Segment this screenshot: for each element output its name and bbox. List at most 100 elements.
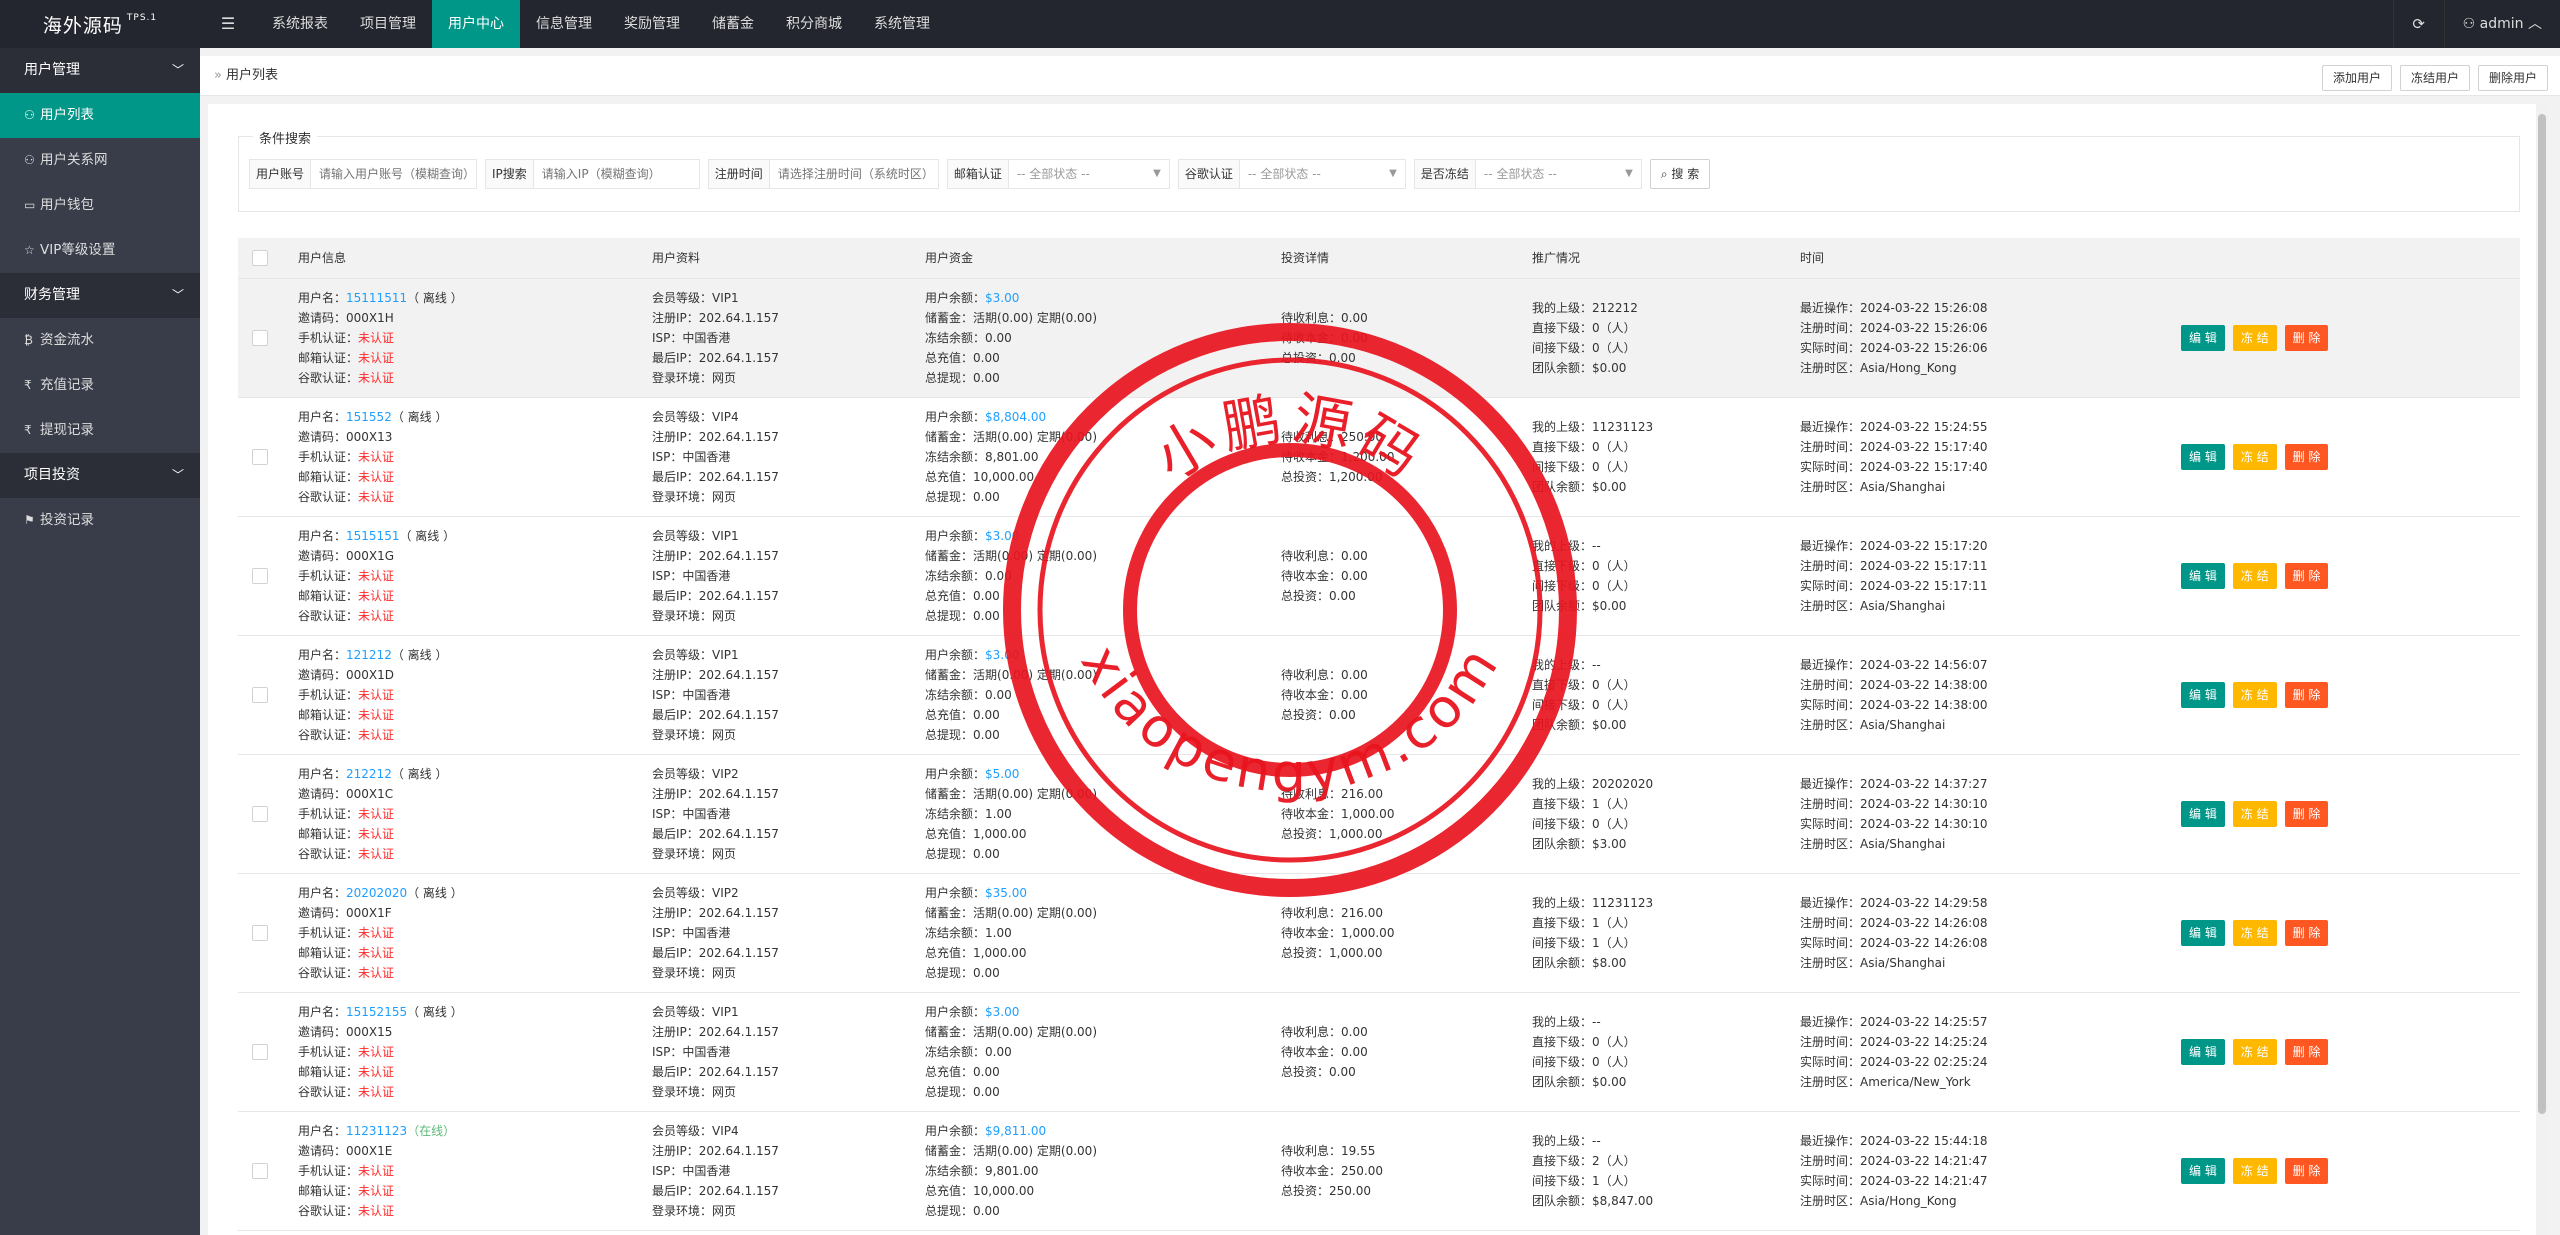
delete-button[interactable]: 删 除: [2284, 443, 2329, 470]
delete-button[interactable]: 删 除: [2284, 800, 2329, 827]
username-link[interactable]: 151552: [346, 410, 392, 424]
account-search-input[interactable]: [311, 160, 477, 188]
edit-button[interactable]: 编 辑: [2181, 681, 2225, 708]
vip-level: VIP1: [712, 647, 739, 662]
username-link[interactable]: 121212: [346, 648, 392, 662]
topnav-item-system[interactable]: 系统管理: [858, 0, 946, 48]
delete-button[interactable]: 删 除: [2284, 1157, 2329, 1184]
label: 总充值：: [925, 826, 974, 841]
username-link[interactable]: 212212: [346, 767, 392, 781]
sidebar-item-recharge-records[interactable]: ₹ 充值记录: [0, 363, 200, 408]
topnav-item-reports[interactable]: 系统报表: [256, 0, 344, 48]
edit-button[interactable]: 编 辑: [2181, 562, 2225, 589]
username-link[interactable]: 20202020: [346, 886, 407, 900]
freeze-button[interactable]: 冻 结: [2232, 1038, 2277, 1065]
label: 实际时间：: [1800, 697, 1861, 712]
google-auth-select[interactable]: -- 全部状态 -- ▼: [1240, 160, 1405, 188]
freeze-button[interactable]: 冻 结: [2232, 443, 2277, 470]
freeze-button[interactable]: 冻 结: [2232, 324, 2277, 351]
delete-user-button[interactable]: 删除用户: [2477, 65, 2548, 91]
row-checkbox[interactable]: [252, 1162, 268, 1179]
savings: 活期(0.00) 定期(0.00): [973, 310, 1097, 325]
column-header: 时间: [1786, 238, 2167, 279]
search-button[interactable]: ⌕ 搜 索: [1649, 159, 1711, 189]
ip-search-input[interactable]: [533, 160, 699, 188]
topnav-item-info[interactable]: 信息管理: [520, 0, 608, 48]
email-auth-status: 未认证: [358, 1183, 395, 1198]
row-checkbox[interactable]: [252, 805, 268, 822]
freeze-button[interactable]: 冻 结: [2232, 1157, 2277, 1184]
freeze-button[interactable]: 冻 结: [2232, 681, 2277, 708]
row-checkbox[interactable]: [252, 567, 268, 584]
edit-button[interactable]: 编 辑: [2181, 1038, 2225, 1065]
sidebar-item-user-wallet[interactable]: ▭ 用户钱包: [0, 183, 200, 228]
sidebar-group-user-mgmt[interactable]: 用户管理 ﹀: [0, 48, 200, 93]
edit-button[interactable]: 编 辑: [2181, 800, 2225, 827]
freeze-button[interactable]: 冻 结: [2232, 800, 2277, 827]
label: 实际时间：: [1800, 340, 1861, 355]
reg-time-input[interactable]: [769, 160, 938, 188]
add-user-button[interactable]: 添加用户: [2321, 65, 2392, 91]
chevron-down-icon: ﹀: [171, 288, 184, 302]
sidebar-group-finance[interactable]: 财务管理 ﹀: [0, 273, 200, 318]
frozen-balance: 1.00: [985, 806, 1012, 821]
topnav-item-projects[interactable]: 项目管理: [344, 0, 432, 48]
row-checkbox[interactable]: [252, 1043, 268, 1060]
frozen-select[interactable]: -- 全部状态 -- ▼: [1476, 160, 1641, 188]
topnav-item-user-center[interactable]: 用户中心: [432, 0, 520, 48]
topnav-item-rewards[interactable]: 奖励管理: [608, 0, 696, 48]
row-checkbox[interactable]: [252, 924, 268, 941]
sidebar-item-vip-settings[interactable]: ☆ VIP等级设置: [0, 228, 200, 273]
row-checkbox[interactable]: [252, 686, 268, 703]
savings: 活期(0.00) 定期(0.00): [973, 548, 1097, 563]
delete-button[interactable]: 删 除: [2284, 1038, 2329, 1065]
delete-button[interactable]: 删 除: [2284, 681, 2329, 708]
sidebar-item-withdraw-records[interactable]: ₹ 提现记录: [0, 408, 200, 453]
sidebar-item-user-network[interactable]: ⚇ 用户关系网: [0, 138, 200, 183]
freeze-button[interactable]: 冻 结: [2232, 562, 2277, 589]
direct-subordinates: 0（人）: [1592, 558, 1636, 573]
total-recharge: 0.00: [973, 350, 1000, 365]
username-link[interactable]: 11231123: [346, 1124, 407, 1138]
refresh-icon[interactable]: ⟳: [2392, 0, 2445, 48]
delete-button[interactable]: 删 除: [2284, 562, 2329, 589]
investment-cell: 待收利息：0.00 待收本金：0.00 总投资：0.00: [1267, 992, 1518, 1111]
delete-button[interactable]: 删 除: [2284, 324, 2329, 351]
sidebar-group-investment[interactable]: 项目投资 ﹀: [0, 453, 200, 498]
select-all-checkbox[interactable]: [252, 249, 268, 266]
email-auth-select[interactable]: -- 全部状态 -- ▼: [1009, 160, 1169, 188]
menu-toggle-icon[interactable]: ☰: [200, 0, 256, 48]
edit-button[interactable]: 编 辑: [2181, 443, 2225, 470]
sidebar-item-user-list[interactable]: ⚇ 用户列表: [0, 93, 200, 138]
vertical-scrollbar[interactable]: [2536, 104, 2548, 1235]
label: 直接下级：: [1532, 439, 1593, 454]
edit-button[interactable]: 编 辑: [2181, 324, 2225, 351]
scrollbar-thumb[interactable]: [2538, 114, 2546, 1114]
user-profile-cell: 会员等级：VIP4 注册IP：202.64.1.157 ISP：中国香港 最后I…: [638, 1111, 911, 1230]
username-link[interactable]: 15152155: [346, 1005, 407, 1019]
edit-button[interactable]: 编 辑: [2181, 919, 2225, 946]
content-panel: 条件搜索 用户账号 IP搜索 注册时间 邮箱认证 -- 全部状态 -: [208, 104, 2548, 1235]
isp: 中国香港: [682, 449, 731, 464]
edit-button[interactable]: 编 辑: [2181, 1157, 2225, 1184]
freeze-user-button[interactable]: 冻结用户: [2399, 65, 2470, 91]
row-checkbox[interactable]: [252, 329, 268, 346]
reg-time: 2024-03-22 14:21:47: [1860, 1153, 1988, 1168]
username-link[interactable]: 1515151: [346, 529, 399, 543]
sidebar-item-fund-flow[interactable]: ₿ 资金流水: [0, 318, 200, 363]
total-withdraw: 0.00: [973, 1084, 1000, 1099]
username-link[interactable]: 15111511: [346, 291, 407, 305]
sidebar-item-investment-records[interactable]: ⚑ 投资记录: [0, 498, 200, 543]
chevron-down-icon: ▼: [1389, 168, 1397, 179]
delete-button[interactable]: 删 除: [2284, 919, 2329, 946]
topnav-item-savings[interactable]: 储蓄金: [696, 0, 770, 48]
user-menu[interactable]: ⚇ admin ︿: [2445, 0, 2560, 48]
row-checkbox[interactable]: [252, 448, 268, 465]
app-logo[interactable]: 海外源码 TPS.1: [0, 0, 200, 48]
topnav-item-points-mall[interactable]: 积分商城: [770, 0, 858, 48]
label: 间接下级：: [1532, 1173, 1593, 1188]
chevron-down-icon: ﹀: [171, 63, 184, 77]
reg-ip: 202.64.1.157: [698, 786, 779, 801]
freeze-button[interactable]: 冻 结: [2232, 919, 2277, 946]
label: 谷歌认证：: [298, 1084, 359, 1099]
